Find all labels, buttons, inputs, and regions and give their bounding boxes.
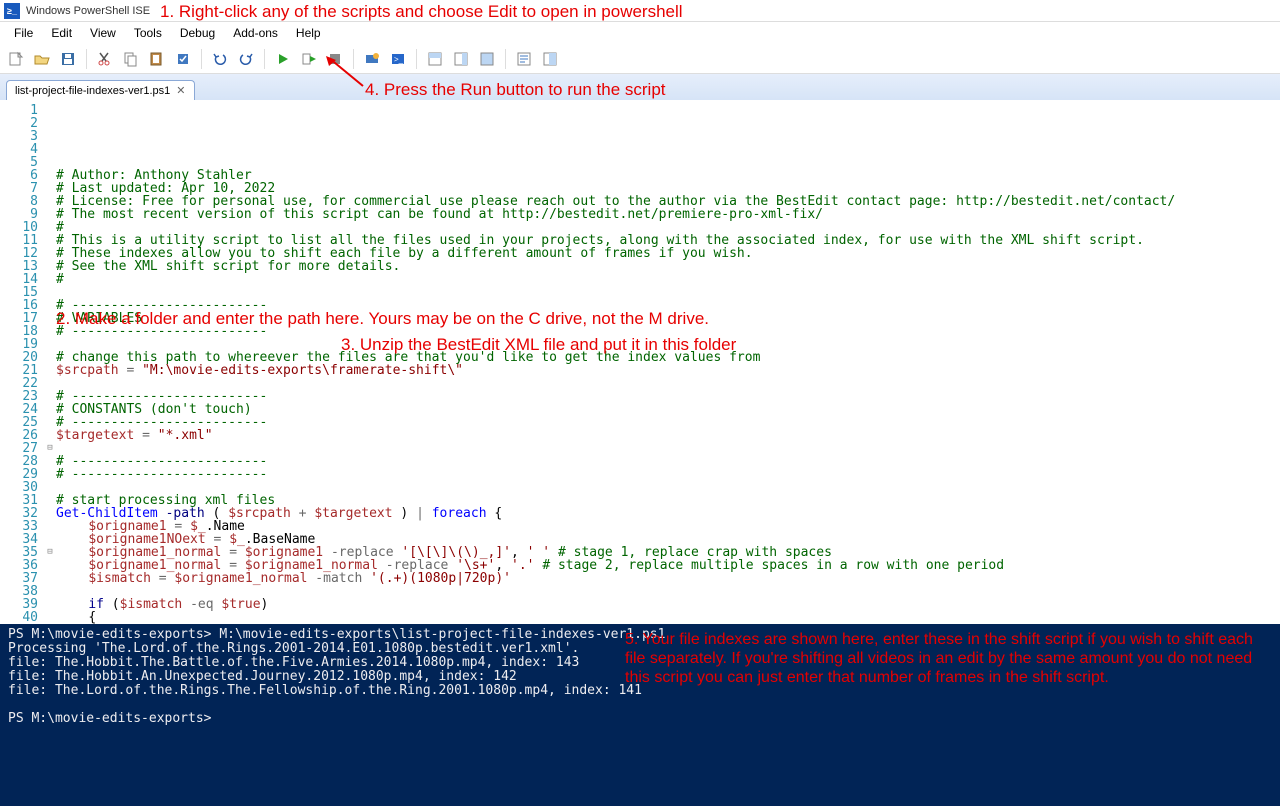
menu-edit[interactable]: Edit [43,24,80,42]
save-icon[interactable] [56,47,80,71]
undo-icon[interactable] [208,47,232,71]
menu-file[interactable]: File [6,24,41,42]
copy-icon[interactable] [119,47,143,71]
menu-addons[interactable]: Add-ons [225,24,286,42]
show-commands-icon[interactable] [512,47,536,71]
file-tab[interactable]: list-project-file-indexes-ver1.ps1 ✕ [6,80,195,100]
powershell-ise-icon: ≥_ [4,3,20,19]
svg-text:>_: >_ [394,55,404,64]
script-pane-max-icon[interactable] [475,47,499,71]
menu-debug[interactable]: Debug [172,24,223,42]
open-icon[interactable] [30,47,54,71]
fold-gutter: ⊟⊟ [44,100,56,624]
tabbar: list-project-file-indexes-ver1.ps1 ✕ [0,74,1280,100]
toolbar: >_ [0,44,1280,74]
editor[interactable]: 1234567891011121314151617181920212223242… [0,100,1280,624]
script-pane-right-icon[interactable] [449,47,473,71]
annotation-arrow-4 [323,56,393,90]
run-selection-icon[interactable] [297,47,321,71]
menu-help[interactable]: Help [288,24,329,42]
console-output: PS M:\movie-edits-exports> M:\movie-edit… [8,628,1272,726]
line-gutter: 1234567891011121314151617181920212223242… [0,100,44,624]
cut-icon[interactable] [93,47,117,71]
run-icon[interactable] [271,47,295,71]
tab-label: list-project-file-indexes-ver1.ps1 [15,85,170,97]
window-title: Windows PowerShell ISE [26,5,150,17]
titlebar: ≥_ Windows PowerShell ISE [0,0,1280,22]
new-icon[interactable] [4,47,28,71]
redo-icon[interactable] [234,47,258,71]
close-tab-icon[interactable]: ✕ [176,84,185,97]
console[interactable]: PS M:\movie-edits-exports> M:\movie-edit… [0,624,1280,806]
paste-icon[interactable] [145,47,169,71]
menubar: File Edit View Tools Debug Add-ons Help [0,22,1280,44]
clear-icon[interactable] [171,47,195,71]
script-pane-top-icon[interactable] [423,47,447,71]
show-command-window-icon[interactable] [538,47,562,71]
code-area[interactable]: 2. Make a folder and enter the path here… [56,100,1280,624]
menu-view[interactable]: View [82,24,124,42]
menu-tools[interactable]: Tools [126,24,170,42]
